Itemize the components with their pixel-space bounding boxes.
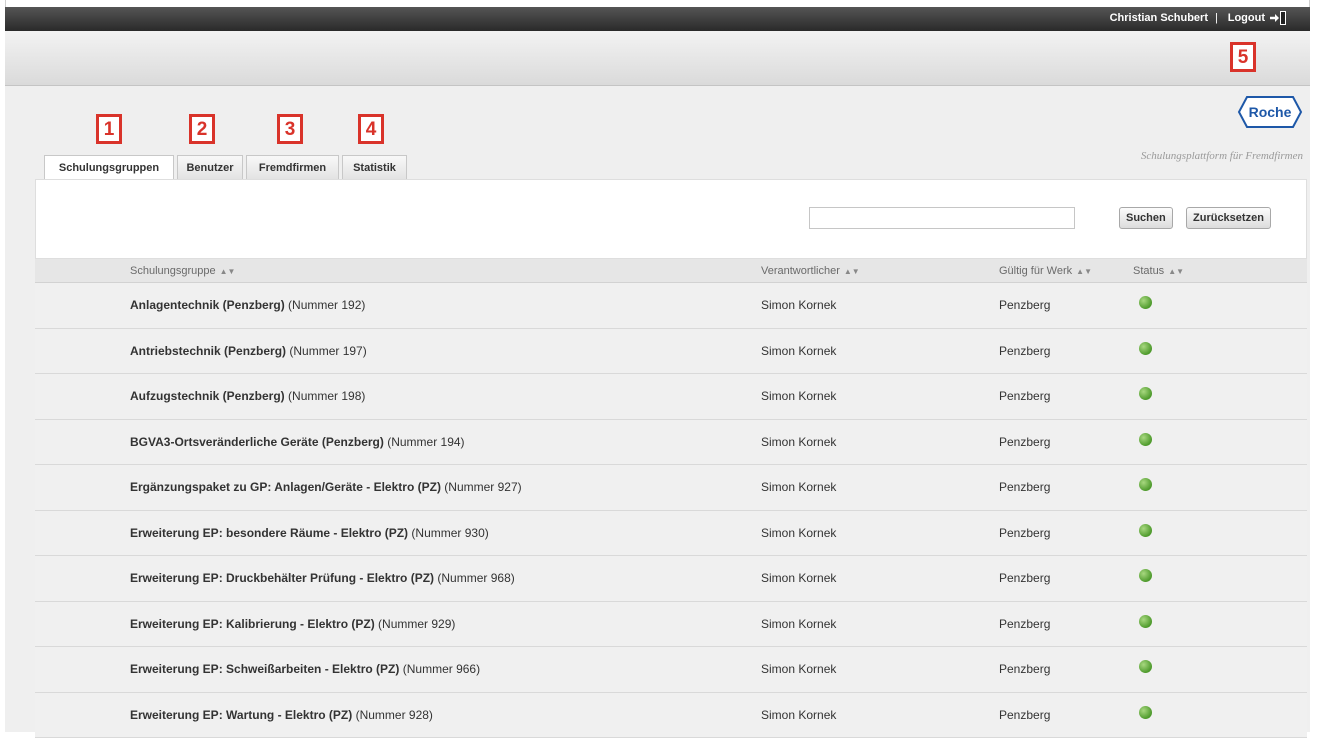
column-header-gueltig-fuer-werk[interactable]: Gültig für Werk ▲▼ <box>999 265 1092 277</box>
row-group-name[interactable]: Erweiterung EP: Druckbehälter Prüfung - … <box>130 571 515 585</box>
row-plant: Penzberg <box>999 389 1050 403</box>
row-plant: Penzberg <box>999 298 1050 312</box>
row-group-name[interactable]: Aufzugstechnik (Penzberg) (Nummer 198) <box>130 389 365 403</box>
row-group-name[interactable]: Erweiterung EP: Kalibrierung - Elektro (… <box>130 617 455 631</box>
table-row[interactable]: Antriebstechnik (Penzberg) (Nummer 197) … <box>35 329 1307 375</box>
row-responsible: Simon Kornek <box>761 708 836 722</box>
status-active-icon <box>1139 342 1152 355</box>
status-active-icon <box>1139 433 1152 446</box>
row-responsible: Simon Kornek <box>761 435 836 449</box>
annotation-marker-4: 4 <box>358 114 384 144</box>
tab-benutzer[interactable]: Benutzer <box>177 155 243 180</box>
row-plant: Penzberg <box>999 571 1050 585</box>
table-row[interactable]: Aufzugstechnik (Penzberg) (Nummer 198) S… <box>35 374 1307 420</box>
row-responsible: Simon Kornek <box>761 480 836 494</box>
search-panel: Suchen Zurücksetzen <box>35 179 1307 259</box>
reset-button[interactable]: Zurücksetzen <box>1186 207 1271 229</box>
sort-arrows-icon[interactable]: ▲▼ <box>1168 267 1184 276</box>
roche-logo: Roche <box>1237 95 1303 129</box>
table-row[interactable]: Erweiterung EP: Kalibrierung - Elektro (… <box>35 602 1307 648</box>
row-responsible: Simon Kornek <box>761 617 836 631</box>
row-group-name[interactable]: Antriebstechnik (Penzberg) (Nummer 197) <box>130 344 367 358</box>
tab-statistik[interactable]: Statistik <box>342 155 407 180</box>
column-header-label: Gültig für Werk <box>999 265 1072 277</box>
status-active-icon <box>1139 296 1152 309</box>
annotation-marker-5: 5 <box>1230 42 1256 72</box>
status-active-icon <box>1139 615 1152 628</box>
row-responsible: Simon Kornek <box>761 526 836 540</box>
status-active-icon <box>1139 706 1152 719</box>
status-active-icon <box>1139 660 1152 673</box>
annotation-marker-2: 2 <box>189 114 215 144</box>
column-header-label: Schulungsgruppe <box>130 265 216 277</box>
tagline: Schulungsplattform für Fremdfirmen <box>1141 150 1303 162</box>
table-header: Schulungsgruppe ▲▼ Verantwortlicher ▲▼ Gül… <box>35 259 1307 283</box>
sort-arrows-icon[interactable]: ▲▼ <box>1076 267 1092 276</box>
row-group-name[interactable]: Erweiterung EP: Schweißarbeiten - Elektr… <box>130 662 480 676</box>
row-responsible: Simon Kornek <box>761 571 836 585</box>
row-plant: Penzberg <box>999 662 1050 676</box>
table-body: Anlagentechnik (Penzberg) (Nummer 192) S… <box>35 283 1307 738</box>
row-plant: Penzberg <box>999 526 1050 540</box>
row-plant: Penzberg <box>999 435 1050 449</box>
column-header-verantwortlicher[interactable]: Verantwortlicher ▲▼ <box>761 265 860 277</box>
logo-text: Roche <box>1249 104 1292 120</box>
search-input[interactable] <box>809 207 1075 229</box>
tab-schulungsgruppen[interactable]: Schulungsgruppen <box>44 155 174 181</box>
header-band <box>5 31 1310 86</box>
sort-arrows-icon[interactable]: ▲▼ <box>220 267 236 276</box>
table-row[interactable]: BGVA3-Ortsveränderliche Geräte (Penzberg… <box>35 420 1307 466</box>
status-active-icon <box>1139 478 1152 491</box>
sort-arrows-icon[interactable]: ▲▼ <box>844 267 860 276</box>
row-group-name[interactable]: Ergänzungspaket zu GP: Anlagen/Geräte - … <box>130 480 522 494</box>
table-row[interactable]: Erweiterung EP: besondere Räume - Elektr… <box>35 511 1307 557</box>
logout-arrow-icon[interactable] <box>1269 10 1287 26</box>
table-row[interactable]: Erweiterung EP: Schweißarbeiten - Elektr… <box>35 647 1307 693</box>
top-bar: Christian Schubert | Logout <box>5 7 1310 31</box>
status-active-icon <box>1139 569 1152 582</box>
row-plant: Penzberg <box>999 344 1050 358</box>
user-name: Christian Schubert <box>1110 12 1208 24</box>
column-header-status[interactable]: Status ▲▼ <box>1133 265 1184 277</box>
status-active-icon <box>1139 524 1152 537</box>
search-button[interactable]: Suchen <box>1119 207 1173 229</box>
table-row[interactable]: Erweiterung EP: Wartung - Elektro (PZ) (… <box>35 693 1307 738</box>
row-responsible: Simon Kornek <box>761 298 836 312</box>
column-header-schulungsgruppe[interactable]: Schulungsgruppe ▲▼ <box>130 265 235 277</box>
table-row[interactable]: Anlagentechnik (Penzberg) (Nummer 192) S… <box>35 283 1307 329</box>
row-plant: Penzberg <box>999 617 1050 631</box>
table-row[interactable]: Erweiterung EP: Druckbehälter Prüfung - … <box>35 556 1307 602</box>
row-group-name[interactable]: Erweiterung EP: besondere Räume - Elektr… <box>130 526 489 540</box>
tab-fremdfirmen[interactable]: Fremdfirmen <box>246 155 339 180</box>
row-group-name[interactable]: BGVA3-Ortsveränderliche Geräte (Penzberg… <box>130 435 465 449</box>
row-responsible: Simon Kornek <box>761 344 836 358</box>
annotation-marker-3: 3 <box>277 114 303 144</box>
row-group-name[interactable]: Erweiterung EP: Wartung - Elektro (PZ) (… <box>130 708 433 722</box>
row-group-name[interactable]: Anlagentechnik (Penzberg) (Nummer 192) <box>130 298 365 312</box>
status-active-icon <box>1139 387 1152 400</box>
row-plant: Penzberg <box>999 480 1050 494</box>
row-responsible: Simon Kornek <box>761 662 836 676</box>
user-separator: | <box>1215 12 1218 24</box>
annotation-marker-1: 1 <box>96 114 122 144</box>
logout-link[interactable]: Logout <box>1228 12 1265 24</box>
row-plant: Penzberg <box>999 708 1050 722</box>
column-header-label: Verantwortlicher <box>761 265 840 277</box>
row-responsible: Simon Kornek <box>761 389 836 403</box>
table-row[interactable]: Ergänzungspaket zu GP: Anlagen/Geräte - … <box>35 465 1307 511</box>
column-header-label: Status <box>1133 265 1164 277</box>
